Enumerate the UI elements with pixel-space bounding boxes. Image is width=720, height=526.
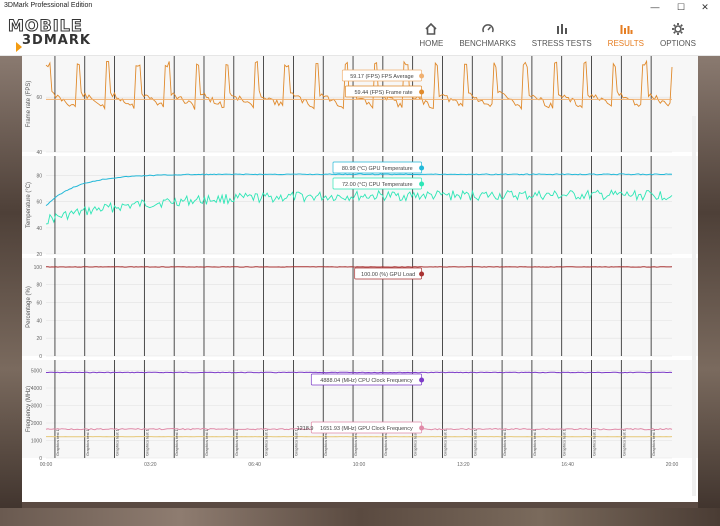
y-tick-label: 3000 xyxy=(31,404,42,410)
test-marker-label: Graphics test 1 xyxy=(174,428,179,456)
nav-stress-tests[interactable]: STRESS TESTS xyxy=(524,14,600,56)
cpu-clock-tooltip: 4888.04 (MHz) CPU Clock Frequency xyxy=(320,378,413,384)
close-button[interactable]: ✕ xyxy=(694,1,716,13)
gpu-load-tooltip-dot xyxy=(419,271,425,277)
x-tick-label: 16:40 xyxy=(561,462,574,468)
test-marker-label: Graphics test 1 xyxy=(651,428,656,456)
nav-benchmarks-label: BENCHMARKS xyxy=(459,39,516,48)
fps-average-tooltip-dot xyxy=(419,73,425,79)
y-tick-label: 40 xyxy=(36,226,42,232)
background-left xyxy=(0,56,22,526)
logo-line2: 3DMARK xyxy=(22,33,91,48)
test-marker-label: Graphics test 1 xyxy=(144,428,149,456)
x-tick-label: 10:00 xyxy=(353,462,366,468)
cpu-temperature-tooltip-dot xyxy=(419,181,425,187)
y-axis-label: Percentage (%) xyxy=(26,286,32,328)
nav-home-label: HOME xyxy=(419,39,444,48)
y-tick-label: 100 xyxy=(34,265,43,271)
logo-triangle-icon xyxy=(16,42,22,52)
y-tick-label: 40 xyxy=(36,150,42,156)
app-logo: MOBILE 3DMARK xyxy=(8,16,91,52)
frame-rate-tooltip-dot xyxy=(419,89,425,95)
test-marker-label: Graphics test 1 xyxy=(204,428,209,456)
x-tick-label: 00:00 xyxy=(40,462,53,468)
nav-stress-tests-label: STRESS TESTS xyxy=(531,39,592,48)
x-tick-label: 20:00 xyxy=(666,462,679,468)
test-marker-label: Graphics test 1 xyxy=(442,428,447,456)
gpu-clock-tooltip: 1651.93 (MHz) GPU Clock Frequency xyxy=(320,426,413,432)
fps-average-tooltip: 59.17 (FPS) FPS Average xyxy=(350,74,414,80)
test-marker-label: Graphics test 1 xyxy=(562,428,567,456)
test-marker-label: Graphics test 1 xyxy=(234,428,239,456)
gpu-load-tooltip: 100.00 (%) GPU Load xyxy=(361,272,415,278)
nav-options[interactable]: OPTIONS xyxy=(652,14,704,56)
home-icon xyxy=(425,22,437,35)
y-tick-label: 0 xyxy=(39,354,42,360)
y-tick-label: 4000 xyxy=(31,386,42,392)
test-marker-label: Graphics test 1 xyxy=(293,428,298,456)
test-marker-label: Graphics test 1 xyxy=(115,428,120,456)
window-titlebar: 3DMark Professional Edition — ☐ ✕ xyxy=(0,0,720,14)
test-marker-label: Graphics test 1 xyxy=(502,428,507,456)
nav-options-label: OPTIONS xyxy=(659,39,696,48)
y-axis-label: Frequency (MHz) xyxy=(26,386,32,432)
x-tick-label: 06:40 xyxy=(248,462,261,468)
test-marker-label: Graphics test 1 xyxy=(55,428,60,456)
background-right xyxy=(698,56,720,526)
cpu-clock-tooltip-dot xyxy=(419,377,425,383)
maximize-button[interactable]: ☐ xyxy=(670,1,692,13)
frame-rate-tooltip: 59.44 (FPS) Frame rate xyxy=(354,90,412,96)
y-tick-label: 60 xyxy=(36,95,42,101)
gear-icon xyxy=(671,23,684,35)
y-tick-label: 20 xyxy=(36,252,42,258)
y-tick-label: 60 xyxy=(36,200,42,206)
monitoring-charts[interactable]: 40 60 Frame rate (FPS) 20 40 60 80 Temperature … xyxy=(22,56,698,526)
nav-benchmarks[interactable]: BENCHMARKS xyxy=(451,14,523,56)
nav-results[interactable]: RESULTS xyxy=(600,14,652,56)
y-tick-label: 5000 xyxy=(31,369,42,375)
panel-scrollbar[interactable] xyxy=(692,116,696,496)
nav-home[interactable]: HOME xyxy=(411,14,451,56)
bars-icon xyxy=(556,24,567,34)
y-axis-label: Frame rate (FPS) xyxy=(26,81,32,128)
nav-results-label: RESULTS xyxy=(607,39,644,48)
y-tick-label: 60 xyxy=(36,301,42,307)
main-nav: HOME BENCHMARKS STRESS TESTS RESULTS OPT… xyxy=(411,14,704,56)
y-tick-label: 1000 xyxy=(31,439,42,445)
gpu-memory-clock-tooltip: 1218.9 xyxy=(297,426,314,432)
y-axis-label: Temperature (°C) xyxy=(26,182,32,228)
x-tick-label: 13:20 xyxy=(457,462,470,468)
test-marker-label: Graphics test 1 xyxy=(532,428,537,456)
test-marker-label: Graphics test 1 xyxy=(592,428,597,456)
test-marker-label: Graphics test 1 xyxy=(85,428,90,456)
y-tick-label: 40 xyxy=(36,318,42,324)
y-tick-label: 80 xyxy=(36,283,42,289)
x-tick-label: 03:20 xyxy=(144,462,157,468)
gauge-icon xyxy=(481,24,494,33)
chart-icon xyxy=(620,25,633,34)
cpu-temperature-tooltip: 72.00 (°C) CPU Temperature xyxy=(342,182,413,188)
window-title: 3DMark Professional Edition xyxy=(4,2,93,9)
y-tick-label: 20 xyxy=(36,336,42,342)
cpu-clock-line xyxy=(46,371,673,374)
results-panel: 40 60 Frame rate (FPS) 20 40 60 80 Temperature … xyxy=(22,56,698,502)
test-marker-label: Graphics test 1 xyxy=(472,428,477,456)
y-tick-label: 80 xyxy=(36,174,42,180)
gpu-temperature-tooltip-dot xyxy=(419,165,425,171)
minimize-button[interactable]: — xyxy=(644,1,666,13)
test-marker-label: Graphics test 1 xyxy=(264,428,269,456)
gpu-clock-tooltip-dot xyxy=(419,425,425,431)
test-marker-label: Graphics test 1 xyxy=(621,428,626,456)
gpu-temperature-tooltip: 80.98 (°C) GPU Temperature xyxy=(342,166,413,172)
y-tick-label: 2000 xyxy=(31,421,42,427)
app-header: MOBILE 3DMARK HOME BENCHMARKS STRESS TES… xyxy=(0,14,720,56)
